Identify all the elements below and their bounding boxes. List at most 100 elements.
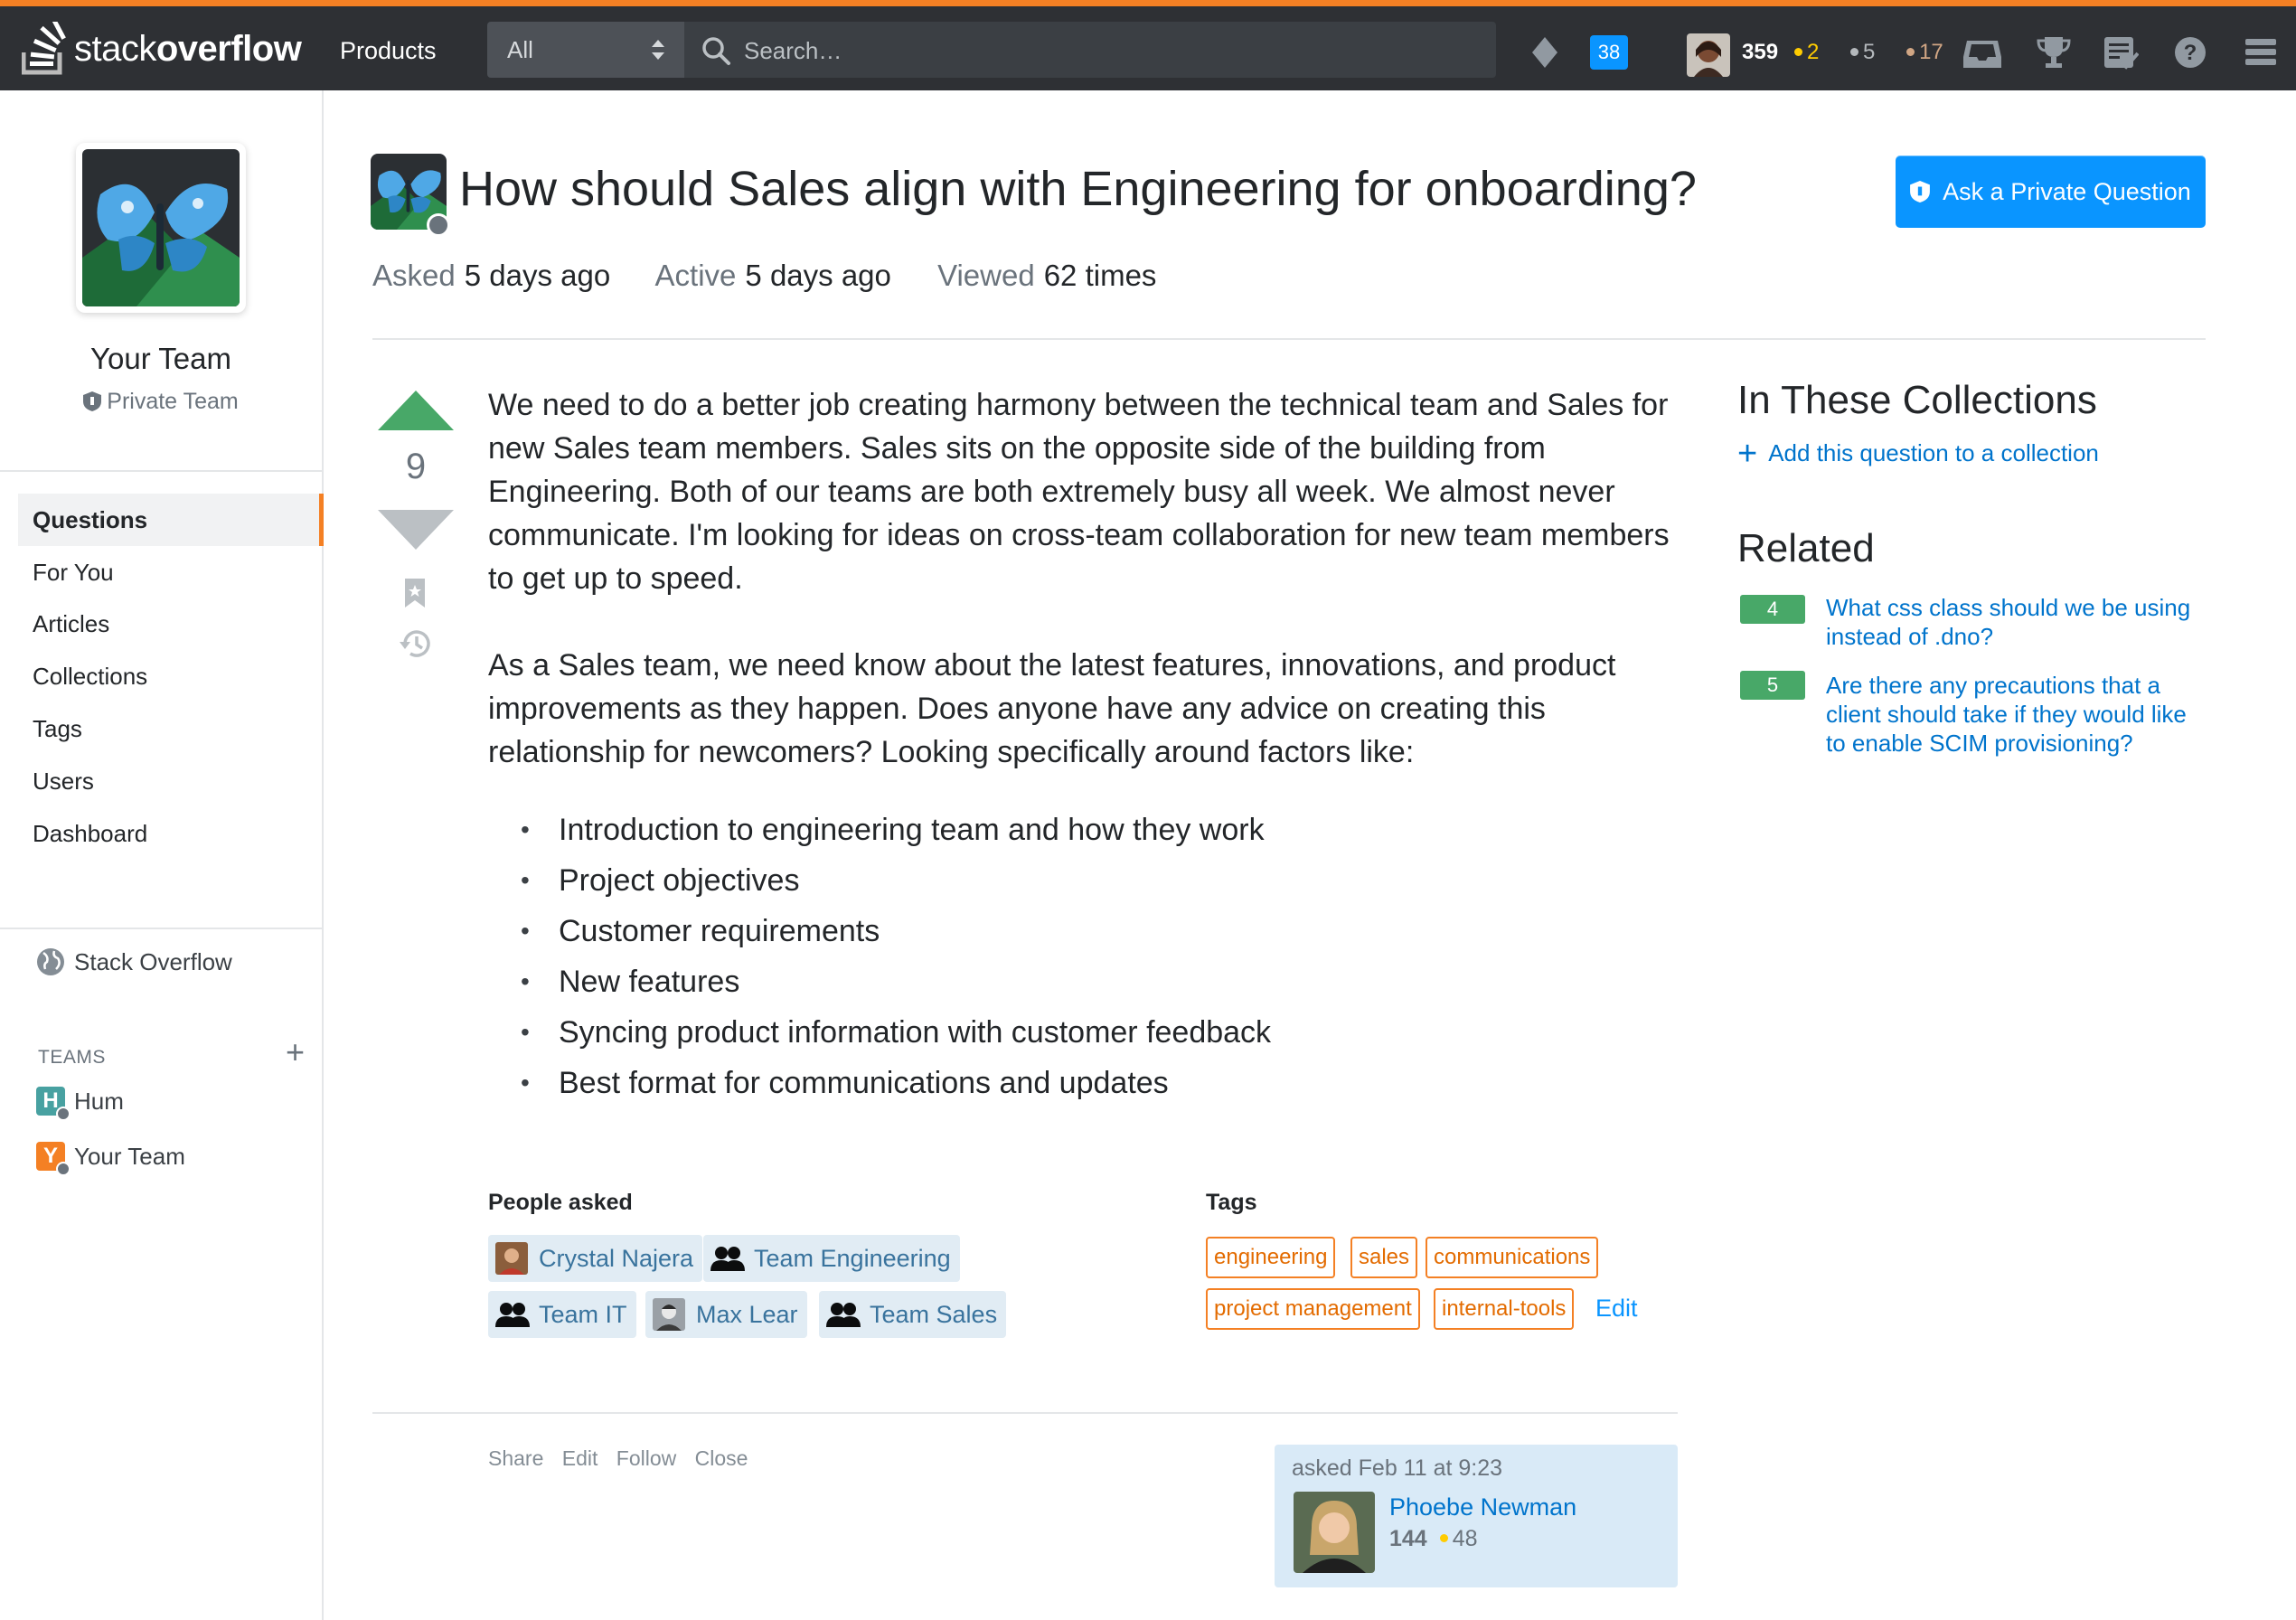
team-link-your-team[interactable]: Y Your Team: [36, 1142, 185, 1176]
question-body: We need to do a better job creating harm…: [488, 383, 1681, 1108]
ask-private-question-button[interactable]: Ask a Private Question: [1896, 155, 2206, 228]
badge-counts: 2 5 17: [1794, 40, 1969, 65]
post-menu: Share Edit Follow Close: [488, 1446, 760, 1471]
edit-tags-link[interactable]: Edit: [1595, 1295, 1638, 1323]
left-sidebar: Your Team Private Team Questions For You…: [0, 90, 324, 1620]
search-input[interactable]: Search…: [684, 22, 1496, 78]
search-placeholder: Search…: [744, 37, 842, 64]
tag-internal-tools[interactable]: internal-tools: [1434, 1288, 1575, 1330]
search-icon: [702, 37, 730, 65]
question-title[interactable]: How should Sales align with Engineering …: [459, 161, 1697, 217]
inbox-icon[interactable]: [1963, 37, 2001, 68]
team-avatar: Y: [36, 1142, 71, 1176]
post-divider: [372, 1412, 1678, 1414]
history-icon[interactable]: [398, 627, 432, 660]
paragraph: We need to do a better job creating harm…: [488, 388, 1670, 596]
related-link[interactable]: What css class should we be using instea…: [1826, 593, 2206, 651]
tag-engineering[interactable]: engineering: [1206, 1237, 1336, 1278]
group-icon: [710, 1247, 745, 1271]
nav-item-articles[interactable]: Articles: [18, 598, 324, 650]
related-link[interactable]: Are there any precautions that a client …: [1826, 671, 2206, 758]
shield-icon: [1910, 181, 1931, 202]
downvote-button[interactable]: [378, 510, 454, 550]
edit-link[interactable]: Edit: [562, 1446, 598, 1470]
group-icon: [826, 1303, 861, 1327]
logo-text: stackoverflow: [74, 28, 302, 69]
list-item: Syncing product information with custome…: [488, 1007, 1681, 1058]
owner-card: asked Feb 11 at 9:23 Phoebe Newman 144 48: [1275, 1445, 1678, 1587]
header-divider: [372, 338, 2206, 340]
stackoverflow-logo[interactable]: stackoverflow: [22, 17, 302, 80]
stackoverflow-logo-icon: [22, 22, 66, 75]
reputation-count: 359: [1742, 40, 1779, 64]
tag-project-management[interactable]: project management: [1206, 1288, 1420, 1330]
nav-item-questions[interactable]: Questions: [18, 494, 324, 546]
tags-label: Tags: [1206, 1190, 1257, 1215]
diamond-icon[interactable]: [1532, 37, 1557, 68]
share-link[interactable]: Share: [488, 1446, 543, 1470]
butterfly-icon: [82, 149, 240, 306]
upvote-button[interactable]: [378, 391, 454, 430]
trophy-icon[interactable]: [2037, 35, 2071, 70]
nav-item-users[interactable]: Users: [18, 755, 324, 807]
group-chip-team-it[interactable]: Team IT: [488, 1291, 636, 1338]
nav-item-for-you[interactable]: For You: [18, 546, 324, 598]
tag-communications[interactable]: communications: [1426, 1237, 1599, 1278]
gold-badge-count: 2: [1807, 40, 1820, 64]
search-scope-select[interactable]: All: [487, 22, 684, 78]
svg-text:?: ?: [2184, 41, 2197, 65]
review-icon[interactable]: [2104, 37, 2139, 70]
group-chip-team-sales[interactable]: Team Sales: [819, 1291, 1007, 1338]
avatar: [653, 1298, 685, 1331]
person-chip-max-lear[interactable]: Max Lear: [645, 1291, 807, 1338]
bronze-badge-count: 17: [1919, 40, 1943, 64]
inbox-count-badge[interactable]: 38: [1590, 35, 1628, 70]
people-asked-label: People asked: [488, 1190, 633, 1215]
related-score: 4: [1740, 595, 1805, 624]
asked-label: Asked: [372, 259, 456, 292]
stack-overflow-link[interactable]: Stack Overflow: [36, 947, 232, 976]
follow-link[interactable]: Follow: [616, 1446, 676, 1470]
list-item: New features: [488, 956, 1681, 1007]
add-to-collection-link[interactable]: + Add this question to a collection: [1737, 437, 2099, 471]
close-link[interactable]: Close: [695, 1446, 748, 1470]
list-item: Introduction to engineering team and how…: [488, 805, 1681, 855]
products-menu[interactable]: Products: [340, 37, 437, 65]
question-meta: Asked 5 days ago Active 5 days ago Viewed 6…: [372, 259, 1194, 293]
viewed-label: Viewed: [937, 259, 1035, 292]
asked-value: 5 days ago: [464, 259, 611, 292]
team-link-hum[interactable]: H Hum: [36, 1087, 124, 1121]
top-bar: stackoverflow Products All Search… 38 35…: [0, 0, 2296, 90]
group-chip-team-engineering[interactable]: Team Engineering: [703, 1235, 960, 1282]
avatar[interactable]: [1294, 1492, 1375, 1573]
nav-divider: [0, 470, 322, 472]
team-name: Your Team: [90, 342, 231, 375]
active-label: Active: [654, 259, 737, 292]
hamburger-icon[interactable]: [2245, 37, 2276, 68]
nav-divider: [0, 928, 322, 929]
nav-item-tags[interactable]: Tags: [18, 702, 324, 755]
avatar[interactable]: [1687, 33, 1730, 77]
related-heading: Related: [1737, 526, 1875, 570]
team-logo[interactable]: [76, 143, 246, 313]
team-avatar: H: [36, 1087, 71, 1121]
paragraph: As a Sales team, we need know about the …: [488, 648, 1616, 769]
plus-icon[interactable]: +: [286, 1036, 305, 1069]
silver-badge-count: 5: [1863, 40, 1876, 64]
related-score: 5: [1740, 671, 1805, 700]
list-item: Project objectives: [488, 855, 1681, 906]
bookmark-icon[interactable]: [403, 579, 427, 608]
asked-timestamp: asked Feb 11 at 9:23: [1292, 1455, 1503, 1481]
person-chip-crystal-najera[interactable]: Crystal Najera: [488, 1235, 703, 1282]
vote-count: 9: [405, 447, 427, 486]
help-icon[interactable]: ?: [2175, 37, 2206, 68]
teams-label: TEAMS: [38, 1047, 106, 1068]
nav-item-collections[interactable]: Collections: [18, 650, 324, 702]
list-item: Customer requirements: [488, 906, 1681, 956]
tag-sales[interactable]: sales: [1350, 1237, 1418, 1278]
owner-name-link[interactable]: Phoebe Newman: [1389, 1493, 1576, 1521]
nav-item-dashboard[interactable]: Dashboard: [18, 807, 324, 860]
select-arrows-icon: [652, 40, 664, 60]
search-scope-value: All: [507, 36, 533, 63]
list-item: Best format for communications and updat…: [488, 1058, 1681, 1108]
